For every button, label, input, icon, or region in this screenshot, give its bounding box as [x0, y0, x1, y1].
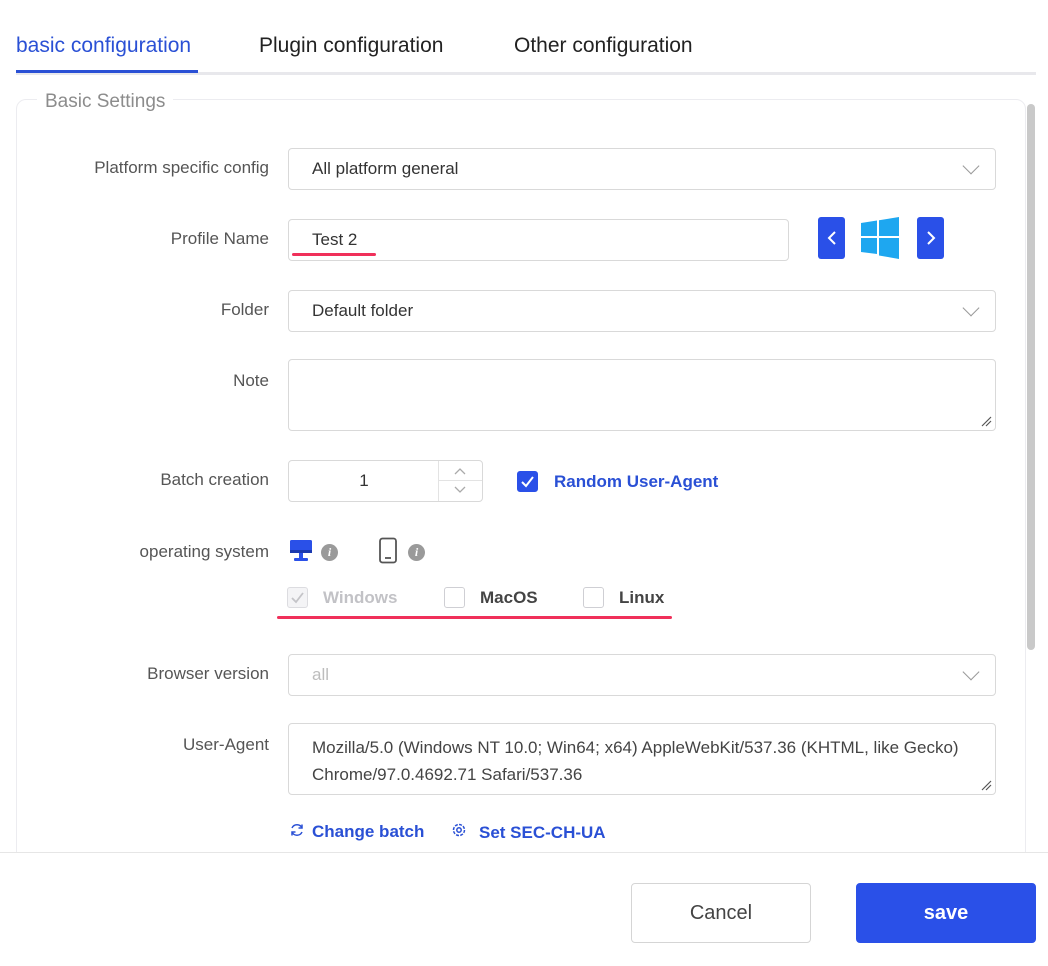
os-windows-checkbox[interactable]: [287, 587, 308, 608]
tab-other-configuration[interactable]: Other configuration: [514, 34, 693, 58]
chevron-down-icon: [962, 157, 980, 175]
resize-handle-icon[interactable]: [981, 780, 992, 791]
cancel-button[interactable]: Cancel: [631, 883, 811, 943]
os-linux-label[interactable]: Linux: [619, 588, 664, 608]
windows-logo-icon: [861, 217, 899, 259]
save-button[interactable]: save: [856, 883, 1036, 943]
check-icon: [521, 476, 534, 488]
random-ua-label[interactable]: Random User-Agent: [554, 472, 718, 492]
tab-bar: basic configuration Plugin configuration…: [16, 0, 1036, 75]
browser-version-select[interactable]: all: [288, 654, 996, 696]
dialog-footer: Cancel save: [0, 852, 1048, 966]
set-sec-ch-ua-label: Set SEC-CH-UA: [479, 823, 606, 842]
annotation-underline-profile: [292, 253, 376, 256]
browser-version-label: Browser version: [147, 664, 269, 683]
note-textarea[interactable]: [288, 359, 996, 431]
note-label: Note: [233, 371, 269, 390]
chevron-down-icon: [962, 663, 980, 681]
annotation-underline-os: [277, 616, 672, 619]
os-macos-checkbox[interactable]: [444, 587, 465, 608]
scrollbar-thumb[interactable]: [1027, 104, 1035, 650]
check-icon: [291, 592, 304, 604]
chevron-down-icon: [962, 299, 980, 317]
desktop-icon[interactable]: [289, 539, 313, 563]
batch-stepper[interactable]: 1: [288, 460, 483, 502]
mobile-icon[interactable]: [378, 537, 398, 564]
user-agent-textarea[interactable]: Mozilla/5.0 (Windows NT 10.0; Win64; x64…: [288, 723, 996, 795]
change-batch-label: Change batch: [312, 822, 425, 841]
set-sec-ch-ua-link[interactable]: Set SEC-CH-UA: [451, 822, 606, 843]
profile-name-value: Test 2: [312, 230, 358, 249]
batch-value: 1: [359, 471, 369, 490]
platform-select[interactable]: All platform general: [288, 148, 996, 190]
os-linux-checkbox[interactable]: [583, 587, 604, 608]
profile-name-label: Profile Name: [170, 229, 269, 248]
prev-os-button[interactable]: [818, 217, 845, 259]
next-os-button[interactable]: [917, 217, 944, 259]
tab-plugin-configuration[interactable]: Plugin configuration: [259, 34, 443, 58]
folder-select[interactable]: Default folder: [288, 290, 996, 332]
section-legend: Basic Settings: [37, 91, 174, 113]
platform-label: Platform specific config: [94, 158, 269, 177]
info-icon[interactable]: i: [408, 544, 425, 561]
platform-select-value: All platform general: [312, 159, 459, 178]
info-icon[interactable]: i: [321, 544, 338, 561]
chevron-up-icon: [454, 468, 466, 475]
refresh-icon: [290, 822, 304, 842]
user-agent-value: Mozilla/5.0 (Windows NT 10.0; Win64; x64…: [312, 738, 959, 784]
browser-version-placeholder: all: [312, 665, 330, 684]
chevron-down-icon: [454, 486, 466, 493]
random-ua-checkbox[interactable]: [517, 471, 538, 492]
active-tab-indicator: [16, 70, 198, 73]
change-batch-link[interactable]: Change batch: [290, 822, 424, 842]
os-label: operating system: [139, 542, 269, 561]
folder-label: Folder: [220, 300, 269, 319]
batch-label: Batch creation: [160, 470, 269, 489]
stepper-down-button[interactable]: [439, 481, 482, 501]
os-windows-label[interactable]: Windows: [323, 588, 397, 608]
chevron-right-icon: [926, 231, 935, 245]
stepper-up-button[interactable]: [439, 461, 482, 481]
resize-handle-icon[interactable]: [981, 416, 992, 427]
gear-icon: [451, 822, 467, 843]
chevron-left-icon: [827, 231, 836, 245]
os-macos-label[interactable]: MacOS: [480, 588, 538, 608]
folder-select-value: Default folder: [312, 301, 414, 320]
user-agent-label: User-Agent: [183, 735, 269, 754]
tab-basic-configuration[interactable]: basic configuration: [16, 34, 191, 58]
